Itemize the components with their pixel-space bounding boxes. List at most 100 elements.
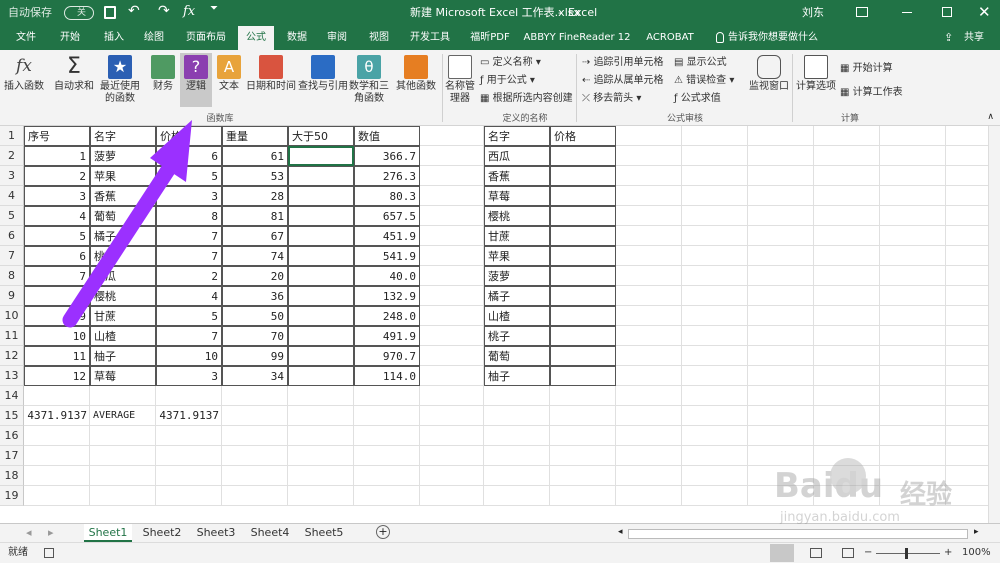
row-header[interactable]: 18 bbox=[0, 466, 24, 486]
table-cell[interactable]: 1 bbox=[24, 146, 90, 166]
grid-cell[interactable] bbox=[880, 426, 946, 446]
grid-cell[interactable] bbox=[288, 446, 354, 466]
grid-cell[interactable] bbox=[880, 346, 946, 366]
grid-cell[interactable] bbox=[682, 486, 748, 506]
grid-cell[interactable] bbox=[24, 446, 90, 466]
grid-cell[interactable] bbox=[616, 266, 682, 286]
grid-cell[interactable] bbox=[484, 466, 550, 486]
grid-cell[interactable] bbox=[880, 286, 946, 306]
table-cell[interactable]: 8 bbox=[24, 286, 90, 306]
grid-cell[interactable] bbox=[880, 246, 946, 266]
tab-data[interactable]: 数据 bbox=[280, 26, 314, 50]
table2-name-cell[interactable]: 樱桃 bbox=[484, 206, 550, 226]
table-cell[interactable]: 山楂 bbox=[90, 326, 156, 346]
table-cell[interactable]: 樱桃 bbox=[90, 286, 156, 306]
tab-draw[interactable]: 绘图 bbox=[136, 26, 172, 50]
grid-cell[interactable] bbox=[748, 126, 814, 146]
grid-cell[interactable] bbox=[420, 166, 484, 186]
table-cell[interactable] bbox=[288, 286, 354, 306]
grid-cell[interactable] bbox=[616, 446, 682, 466]
autosum-button[interactable]: Σ 自动求和 bbox=[54, 53, 94, 93]
grid-cell[interactable] bbox=[880, 146, 946, 166]
grid-cell[interactable] bbox=[682, 466, 748, 486]
grid-cell[interactable] bbox=[748, 146, 814, 166]
table-cell[interactable]: 276.3 bbox=[354, 166, 420, 186]
normal-view-icon[interactable] bbox=[770, 544, 794, 562]
table2-price-cell[interactable] bbox=[550, 206, 616, 226]
grid-cell[interactable] bbox=[550, 386, 616, 406]
table2-price-cell[interactable] bbox=[550, 186, 616, 206]
table2-name-cell[interactable]: 葡萄 bbox=[484, 346, 550, 366]
grid-cell[interactable] bbox=[420, 366, 484, 386]
tab-insert[interactable]: 插入 bbox=[94, 26, 134, 50]
tab-view[interactable]: 视图 bbox=[362, 26, 396, 50]
grid-cell[interactable] bbox=[420, 226, 484, 246]
row-header[interactable]: 3 bbox=[0, 166, 24, 186]
worksheet-grid[interactable]: 1 2 3 4 5 6 7 8 9 10 11 12 13 14 15 16 17 18 19 序号 名字 价格 重量 大于5… bbox=[0, 126, 1000, 523]
hscroll-left-icon[interactable]: ◂ bbox=[618, 527, 623, 537]
insert-function-button[interactable]: fx 插入函数 bbox=[4, 53, 44, 93]
grid-cell[interactable] bbox=[814, 486, 880, 506]
math-trig-button[interactable]: θ 数学和三角函数 bbox=[348, 53, 390, 105]
zoom-slider[interactable] bbox=[876, 553, 940, 554]
redo-icon[interactable]: ↷ bbox=[158, 3, 170, 19]
row-header[interactable]: 1 bbox=[0, 126, 24, 146]
page-break-view-icon[interactable] bbox=[842, 548, 854, 558]
table-cell[interactable]: 451.9 bbox=[354, 226, 420, 246]
grid-cell[interactable] bbox=[420, 386, 484, 406]
table-cell[interactable]: 4 bbox=[24, 206, 90, 226]
maximize-icon[interactable] bbox=[942, 7, 952, 17]
table2-price-cell[interactable] bbox=[550, 266, 616, 286]
grid-cell[interactable] bbox=[682, 206, 748, 226]
table-cell[interactable]: 甘蔗 bbox=[90, 306, 156, 326]
table-cell[interactable]: 2 bbox=[156, 266, 222, 286]
grid-cell[interactable] bbox=[616, 186, 682, 206]
tab-abbyy[interactable]: ABBYY FineReader 12 bbox=[522, 26, 632, 50]
table-cell[interactable]: 541.9 bbox=[354, 246, 420, 266]
table-cell[interactable]: 5 bbox=[24, 226, 90, 246]
grid-cell[interactable] bbox=[682, 306, 748, 326]
grid-cell[interactable] bbox=[814, 226, 880, 246]
hscroll-right-icon[interactable]: ▸ bbox=[974, 527, 979, 537]
grid-cell[interactable] bbox=[288, 426, 354, 446]
grid-cell[interactable] bbox=[616, 246, 682, 266]
grid-cell[interactable] bbox=[420, 286, 484, 306]
row-header[interactable]: 11 bbox=[0, 326, 24, 346]
grid-cell[interactable] bbox=[90, 426, 156, 446]
grid-cell[interactable] bbox=[24, 386, 90, 406]
grid-cell[interactable] bbox=[420, 126, 484, 146]
grid-cell[interactable] bbox=[748, 166, 814, 186]
grid-cell[interactable] bbox=[880, 206, 946, 226]
grid-cell[interactable] bbox=[814, 406, 880, 426]
row-header[interactable]: 19 bbox=[0, 486, 24, 506]
grid-cell[interactable] bbox=[880, 226, 946, 246]
zoom-level[interactable]: 100% bbox=[962, 543, 991, 563]
table-cell[interactable]: 4 bbox=[156, 286, 222, 306]
grid-cell[interactable] bbox=[484, 446, 550, 466]
grid-cell[interactable] bbox=[880, 186, 946, 206]
grid-cell[interactable] bbox=[814, 326, 880, 346]
grid-cell[interactable] bbox=[748, 286, 814, 306]
table-cell[interactable]: 36 bbox=[222, 286, 288, 306]
macro-record-icon[interactable] bbox=[44, 548, 54, 558]
table-cell[interactable]: 香蕉 bbox=[90, 186, 156, 206]
table-cell[interactable]: 50 bbox=[222, 306, 288, 326]
table-cell[interactable]: 10 bbox=[156, 346, 222, 366]
row-header[interactable]: 9 bbox=[0, 286, 24, 306]
tab-developer[interactable]: 开发工具 bbox=[402, 26, 458, 50]
horizontal-scrollbar[interactable] bbox=[628, 529, 968, 539]
grid-cell[interactable] bbox=[616, 286, 682, 306]
table-cell[interactable]: 114.0 bbox=[354, 366, 420, 386]
grid-cell[interactable] bbox=[354, 466, 420, 486]
grid-cell[interactable] bbox=[550, 486, 616, 506]
table-cell[interactable]: 8 bbox=[156, 206, 222, 226]
table-cell[interactable]: 366.7 bbox=[354, 146, 420, 166]
grid-cell[interactable] bbox=[222, 406, 288, 426]
grid-cell[interactable] bbox=[484, 406, 550, 426]
grid-cell[interactable] bbox=[880, 386, 946, 406]
grid-cell[interactable] bbox=[814, 246, 880, 266]
table-cell[interactable]: 34 bbox=[222, 366, 288, 386]
grid-cell[interactable] bbox=[354, 446, 420, 466]
table-cell[interactable] bbox=[288, 226, 354, 246]
table-cell[interactable]: 7 bbox=[156, 246, 222, 266]
